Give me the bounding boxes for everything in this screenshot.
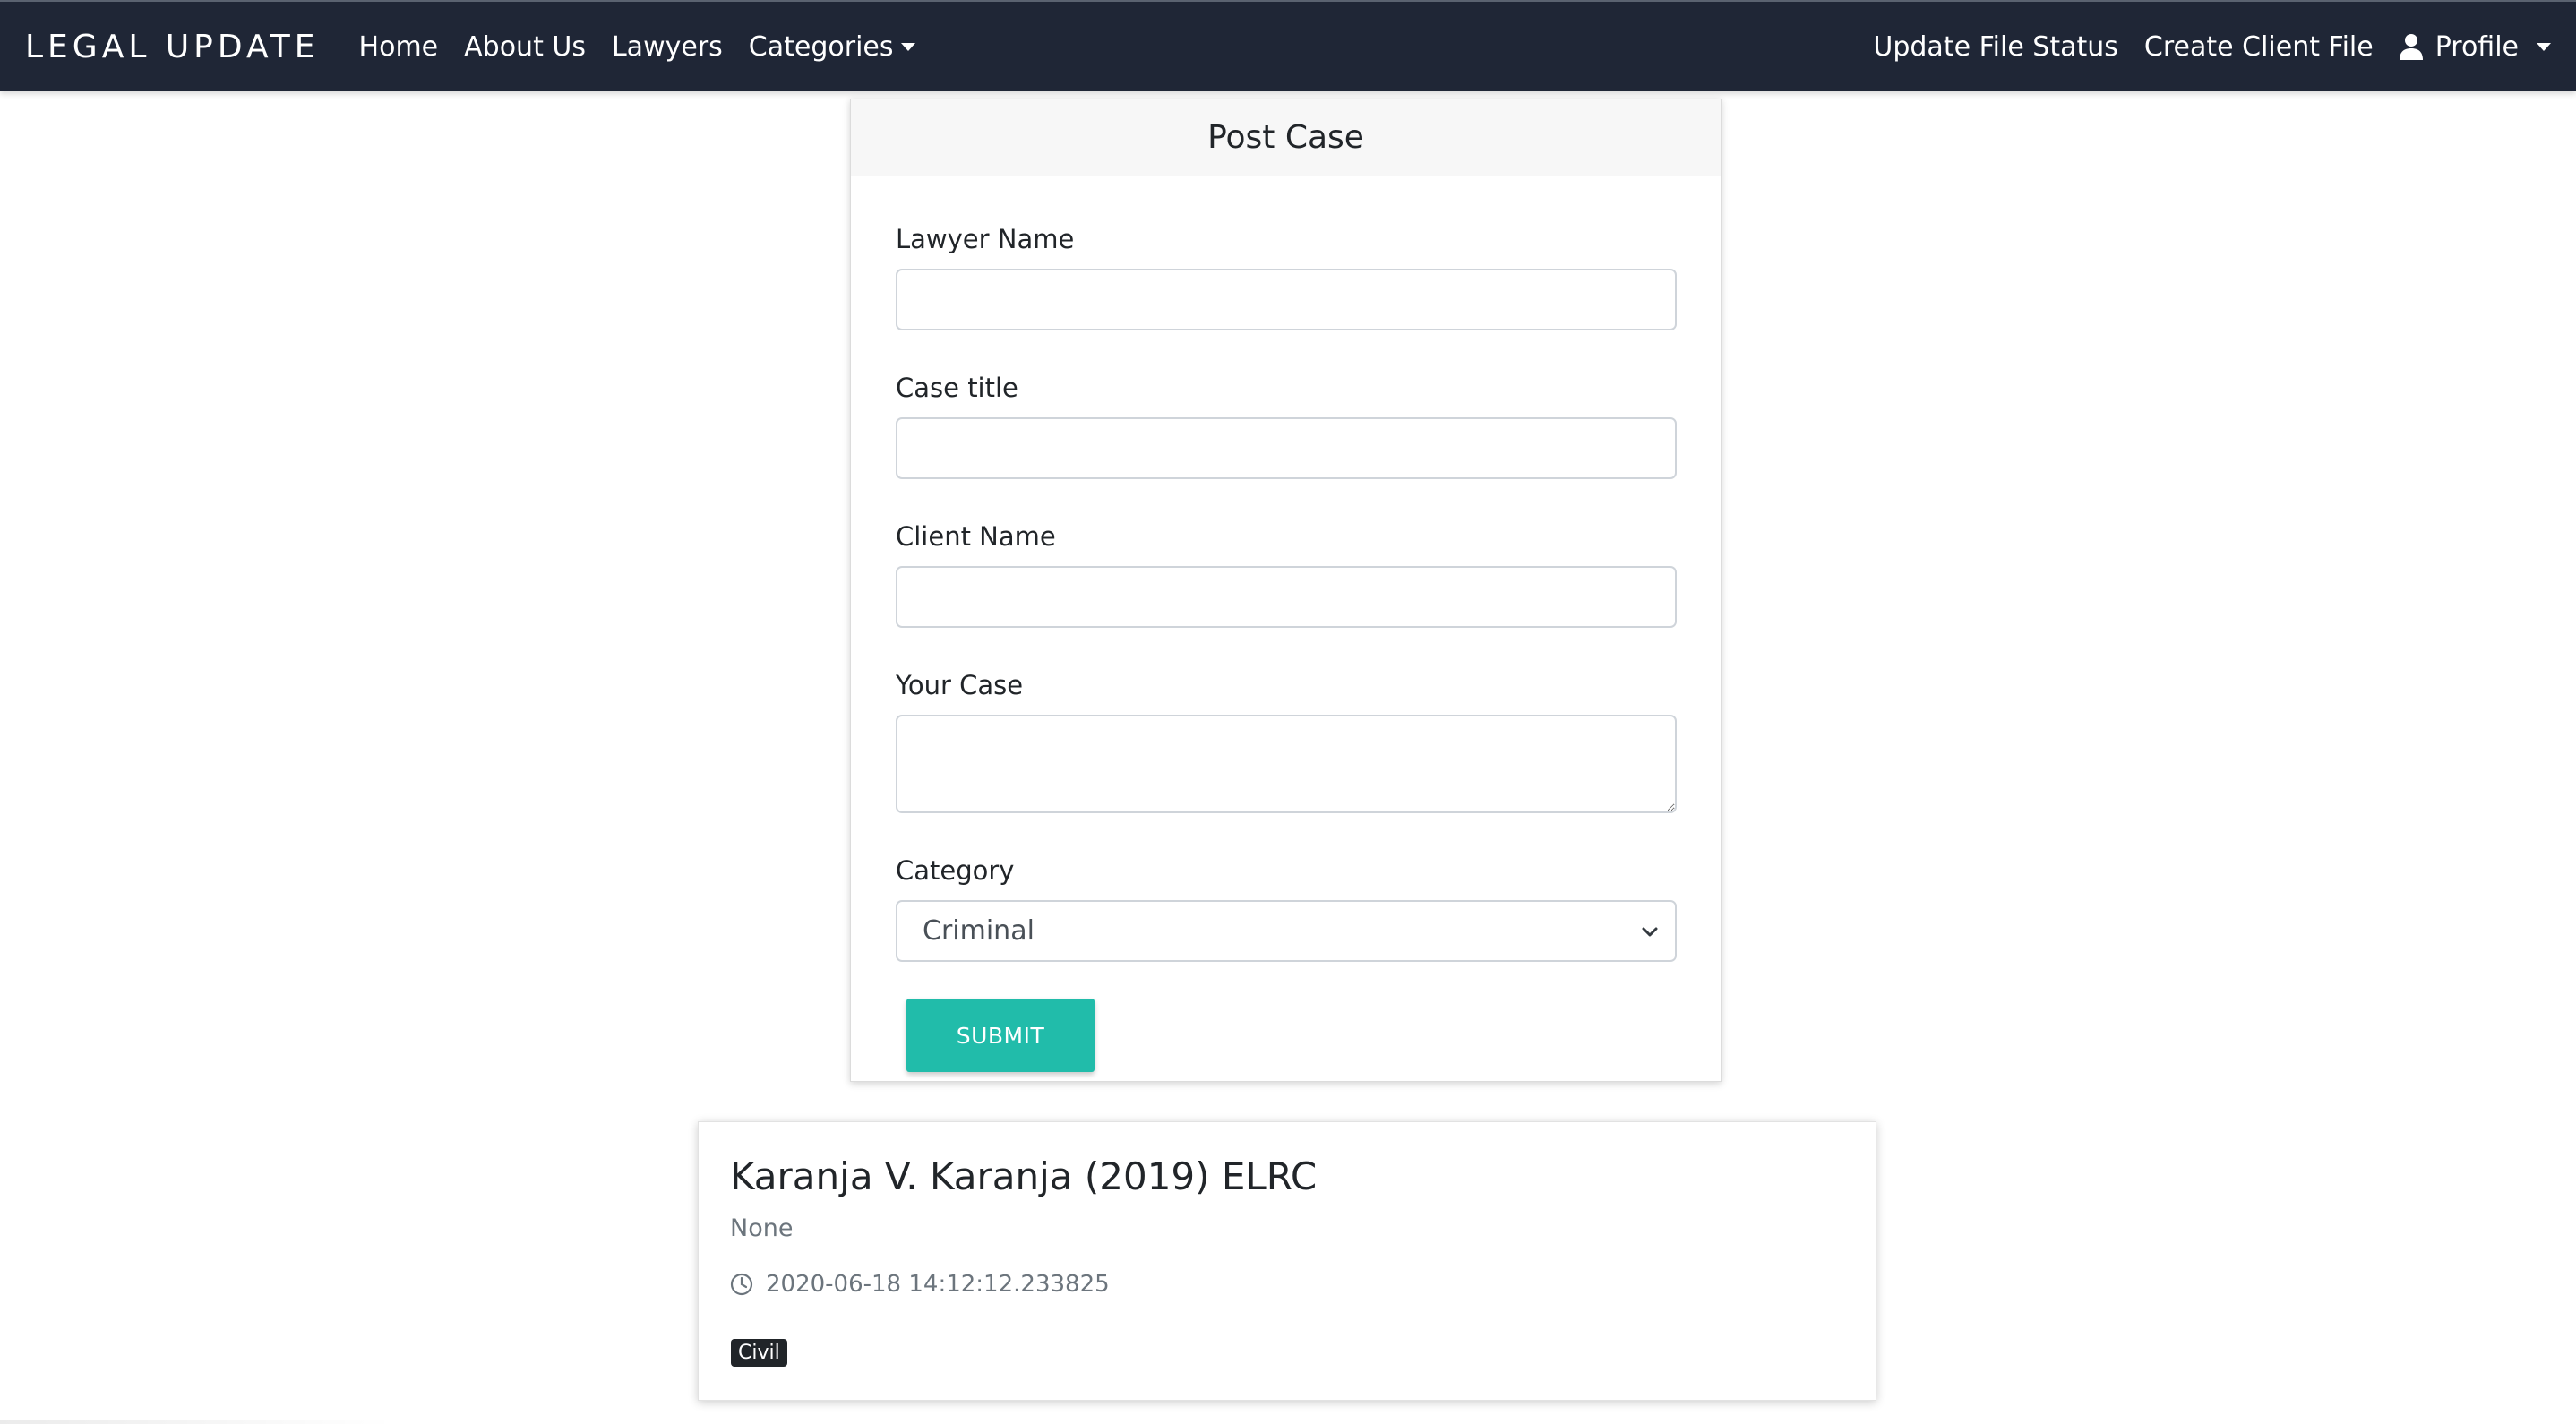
nav-update-file-status-link[interactable]: Update File Status — [1873, 31, 2118, 63]
nav-categories-label: Categories — [748, 30, 894, 63]
nav-profile-dropdown[interactable]: Profile — [2399, 30, 2551, 63]
your-case-textarea[interactable] — [896, 715, 1677, 813]
case-post-meta: 2020-06-18 14:12:12.233825 — [730, 1271, 1110, 1298]
case-title-label: Case title — [896, 373, 1018, 403]
client-name-label: Client Name — [896, 521, 1056, 552]
caret-down-icon — [900, 42, 915, 51]
category-badge[interactable]: Civil — [731, 1339, 787, 1367]
lawyer-name-input[interactable] — [896, 269, 1677, 330]
nav-right: Update File Status Create Client File Pr… — [1847, 31, 2551, 63]
category-select[interactable]: Criminal — [896, 900, 1677, 962]
post-case-title: Post Case — [851, 99, 1721, 176]
user-icon — [2399, 34, 2423, 60]
page-bottom-shadow — [0, 1420, 394, 1424]
nav-categories-dropdown[interactable]: Categories — [749, 31, 915, 63]
case-post-card[interactable]: Karanja V. Karanja (2019) ELRC None 2020… — [698, 1121, 1876, 1401]
client-name-input[interactable] — [896, 566, 1677, 628]
your-case-label: Your Case — [896, 670, 1024, 700]
category-label: Category — [896, 855, 1015, 886]
caret-down-icon — [2537, 42, 2551, 51]
nav-create-client-file-link[interactable]: Create Client File — [2144, 31, 2374, 63]
category-selected-value: Criminal — [923, 915, 1035, 947]
clock-icon — [730, 1273, 753, 1296]
case-post-title[interactable]: Karanja V. Karanja (2019) ELRC — [730, 1154, 1317, 1198]
case-post-description: None — [730, 1214, 794, 1242]
post-case-form: Lawyer Name Case title Client Name Your … — [851, 176, 1721, 1072]
chevron-down-icon — [1642, 927, 1658, 937]
post-case-card: Post Case Lawyer Name Case title Client … — [850, 99, 1722, 1082]
nav-lawyers-link[interactable]: Lawyers — [612, 31, 723, 63]
submit-button[interactable]: SUBMIT — [906, 999, 1095, 1072]
nav-about-link[interactable]: About Us — [464, 31, 586, 63]
case-post-timestamp: 2020-06-18 14:12:12.233825 — [766, 1271, 1110, 1298]
brand-logo[interactable]: LEGAL UPDATE — [25, 29, 320, 65]
nav-home-link[interactable]: Home — [359, 31, 439, 63]
nav-profile-label: Profile — [2434, 30, 2519, 63]
nav-left: Home About Us Lawyers Categories — [359, 31, 941, 63]
top-navbar: LEGAL UPDATE Home About Us Lawyers Categ… — [0, 0, 2576, 91]
case-title-input[interactable] — [896, 417, 1677, 479]
lawyer-name-label: Lawyer Name — [896, 224, 1075, 254]
